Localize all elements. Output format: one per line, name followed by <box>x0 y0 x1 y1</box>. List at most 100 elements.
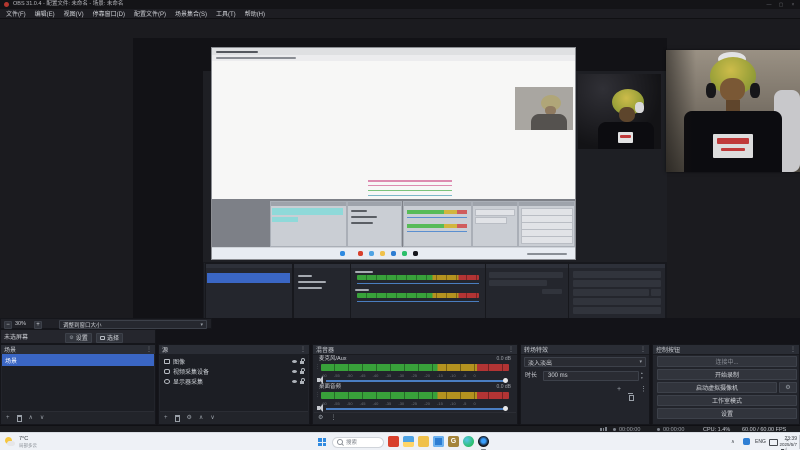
speaker-icon[interactable] <box>317 376 323 384</box>
screen-select-button[interactable]: 选择 <box>96 332 123 343</box>
fit-mode-dropdown[interactable]: 调整到窗口大小 ▾ <box>59 320 207 329</box>
add-transition-icon[interactable]: + <box>617 386 621 393</box>
nested-meter-line-pink <box>368 180 452 182</box>
volume-slider-handle[interactable] <box>503 378 508 383</box>
record-button[interactable]: 开始录制 <box>657 369 797 380</box>
search-box[interactable]: 搜索 <box>332 436 384 448</box>
lock-icon[interactable] <box>300 378 305 384</box>
signal-bars-icon <box>602 427 604 431</box>
source-down-icon[interactable]: ∨ <box>210 415 214 421</box>
remove-source-icon[interactable] <box>174 414 181 422</box>
mini-button <box>573 307 661 314</box>
mini-button <box>573 289 649 296</box>
remove-scene-icon[interactable] <box>16 414 23 422</box>
zoom-out-button[interactable]: − <box>4 320 12 329</box>
virtual-camera-settings-button[interactable]: ⚙ <box>779 382 797 393</box>
lock-icon[interactable] <box>300 368 305 374</box>
volume-slider[interactable] <box>326 380 506 382</box>
gear-icon: ⚙ <box>785 385 791 391</box>
duration-spinner[interactable]: 300 ms <box>543 371 639 381</box>
captured-app-icon <box>369 251 374 256</box>
source-item-display[interactable]: 显示器采集 <box>161 376 307 386</box>
taskbar-app-folder[interactable] <box>418 436 429 447</box>
source-up-icon[interactable]: ∧ <box>199 415 203 421</box>
mixer-more-icon[interactable]: ⋮ <box>330 415 336 421</box>
settings-button[interactable]: 设置 <box>657 408 797 419</box>
start-square <box>318 442 322 446</box>
visibility-icon[interactable] <box>292 369 297 373</box>
weather-widget[interactable]: 7°C 局部多云 <box>3 436 63 449</box>
visibility-icon[interactable] <box>292 379 297 383</box>
dock-menu-icon[interactable]: ⋮ <box>790 346 796 353</box>
spinner-down-icon[interactable]: ▾ <box>641 376 643 380</box>
menu-scene-collection[interactable]: 场景集合(S) <box>175 9 207 18</box>
start-button[interactable] <box>318 438 326 446</box>
stream-button[interactable]: 连接中... <box>657 356 797 367</box>
transition-dropdown[interactable]: 淡入淡出 ▾ <box>524 357 646 367</box>
volume-slider-handle[interactable] <box>503 406 508 411</box>
taskbar-app-file-explorer[interactable] <box>403 436 414 447</box>
tray-language[interactable]: ENG <box>755 439 766 445</box>
scene-down-icon[interactable]: ∨ <box>40 415 44 421</box>
screen-settings-button[interactable]: ⚙ 设置 <box>65 332 92 343</box>
taskbar-app-browser[interactable] <box>463 436 474 447</box>
zoom-in-button[interactable]: + <box>34 320 42 329</box>
studio-mode-button[interactable]: 工作室模式 <box>657 395 797 406</box>
scene-up-icon[interactable]: ∧ <box>29 415 33 421</box>
visibility-icon[interactable] <box>292 359 297 363</box>
taskbar-app-red-media[interactable] <box>388 436 399 447</box>
dock-menu-icon[interactable]: ⋮ <box>300 346 306 353</box>
captured-row <box>475 217 507 224</box>
dock-menu-icon[interactable]: ⋮ <box>508 346 514 353</box>
taskbar-app-g[interactable]: G <box>448 436 459 447</box>
preview-zoom-bar: − 30% + 调整到窗口大小 ▾ <box>0 318 212 329</box>
virtual-camera-button[interactable]: 启动虚拟摄像机 <box>657 382 777 393</box>
tray-app-icon[interactable] <box>743 438 750 445</box>
menu-help[interactable]: 帮助(H) <box>245 9 265 18</box>
taskbar-app-blue[interactable] <box>433 436 444 447</box>
meter-ticks: -60 -55 -50 -45 -40 -35 -30 -25 -20 -15 … <box>321 372 476 378</box>
menu-tools[interactable]: 工具(T) <box>216 9 236 18</box>
sources-dock: 源 ⋮ 图像 视频采集设备 显示器采集 + ⚙ ∧ ∨ <box>158 344 310 425</box>
captured-webcam-thumbnail <box>515 87 573 130</box>
mini-text <box>355 289 369 291</box>
speaker-icon[interactable] <box>317 404 323 412</box>
menu-profile[interactable]: 配置文件(P) <box>134 9 166 18</box>
menu-edit[interactable]: 编辑(E) <box>35 9 55 18</box>
dock-menu-icon[interactable]: ⋮ <box>146 346 152 353</box>
tray-chevron-icon[interactable]: ∧ <box>731 439 735 445</box>
add-source-icon[interactable]: + <box>164 415 168 421</box>
display-tray-icon[interactable] <box>769 439 778 446</box>
mini-text <box>355 271 373 273</box>
transition-more-icon[interactable]: ⋮ <box>640 386 647 393</box>
shirt-print-red <box>717 138 749 144</box>
taskbar-app-obs[interactable] <box>478 436 489 447</box>
close-button[interactable]: × <box>788 2 798 8</box>
menu-docks[interactable]: 停靠窗口(D) <box>93 9 125 18</box>
lock-icon[interactable] <box>300 358 305 364</box>
source-properties-icon[interactable]: ⚙ <box>187 415 192 421</box>
menu-file[interactable]: 文件(F) <box>6 9 26 18</box>
clock[interactable]: 23:39 2025/5/7 <box>779 436 797 447</box>
maximize-button[interactable]: ▢ <box>776 2 786 8</box>
meter-ticks: -60 -55 -50 -45 -40 -35 -30 -25 -20 -15 … <box>321 400 476 406</box>
minimize-button[interactable]: — <box>764 2 774 8</box>
mini-dock-header <box>351 264 485 268</box>
source-item-image[interactable]: 图像 <box>161 356 307 366</box>
source-item-camera[interactable]: 视频采集设备 <box>161 366 307 376</box>
webcam-window[interactable] <box>666 50 800 172</box>
mini-transitions-dock <box>485 263 569 324</box>
dock-row: − 30% + 调整到窗口大小 ▾ 未选屏幕 ⚙ 设置 选择 场景 ⋮ 场景 +… <box>0 318 800 425</box>
volume-slider[interactable] <box>326 408 506 410</box>
mixer-settings-icon[interactable]: ⚙ <box>318 415 323 421</box>
spinner-up-icon[interactable]: ▴ <box>641 371 643 375</box>
mini-text <box>298 275 312 277</box>
remove-transition-icon[interactable] <box>628 393 634 401</box>
sources-title: 源 <box>162 348 169 354</box>
captured-start-icon <box>340 251 345 256</box>
scene-item-selected[interactable]: 场景 <box>2 354 154 366</box>
dock-menu-icon[interactable]: ⋮ <box>640 346 646 353</box>
add-scene-icon[interactable]: + <box>6 415 10 421</box>
volume-meter <box>321 392 509 399</box>
menu-view[interactable]: 视图(V) <box>64 9 84 18</box>
